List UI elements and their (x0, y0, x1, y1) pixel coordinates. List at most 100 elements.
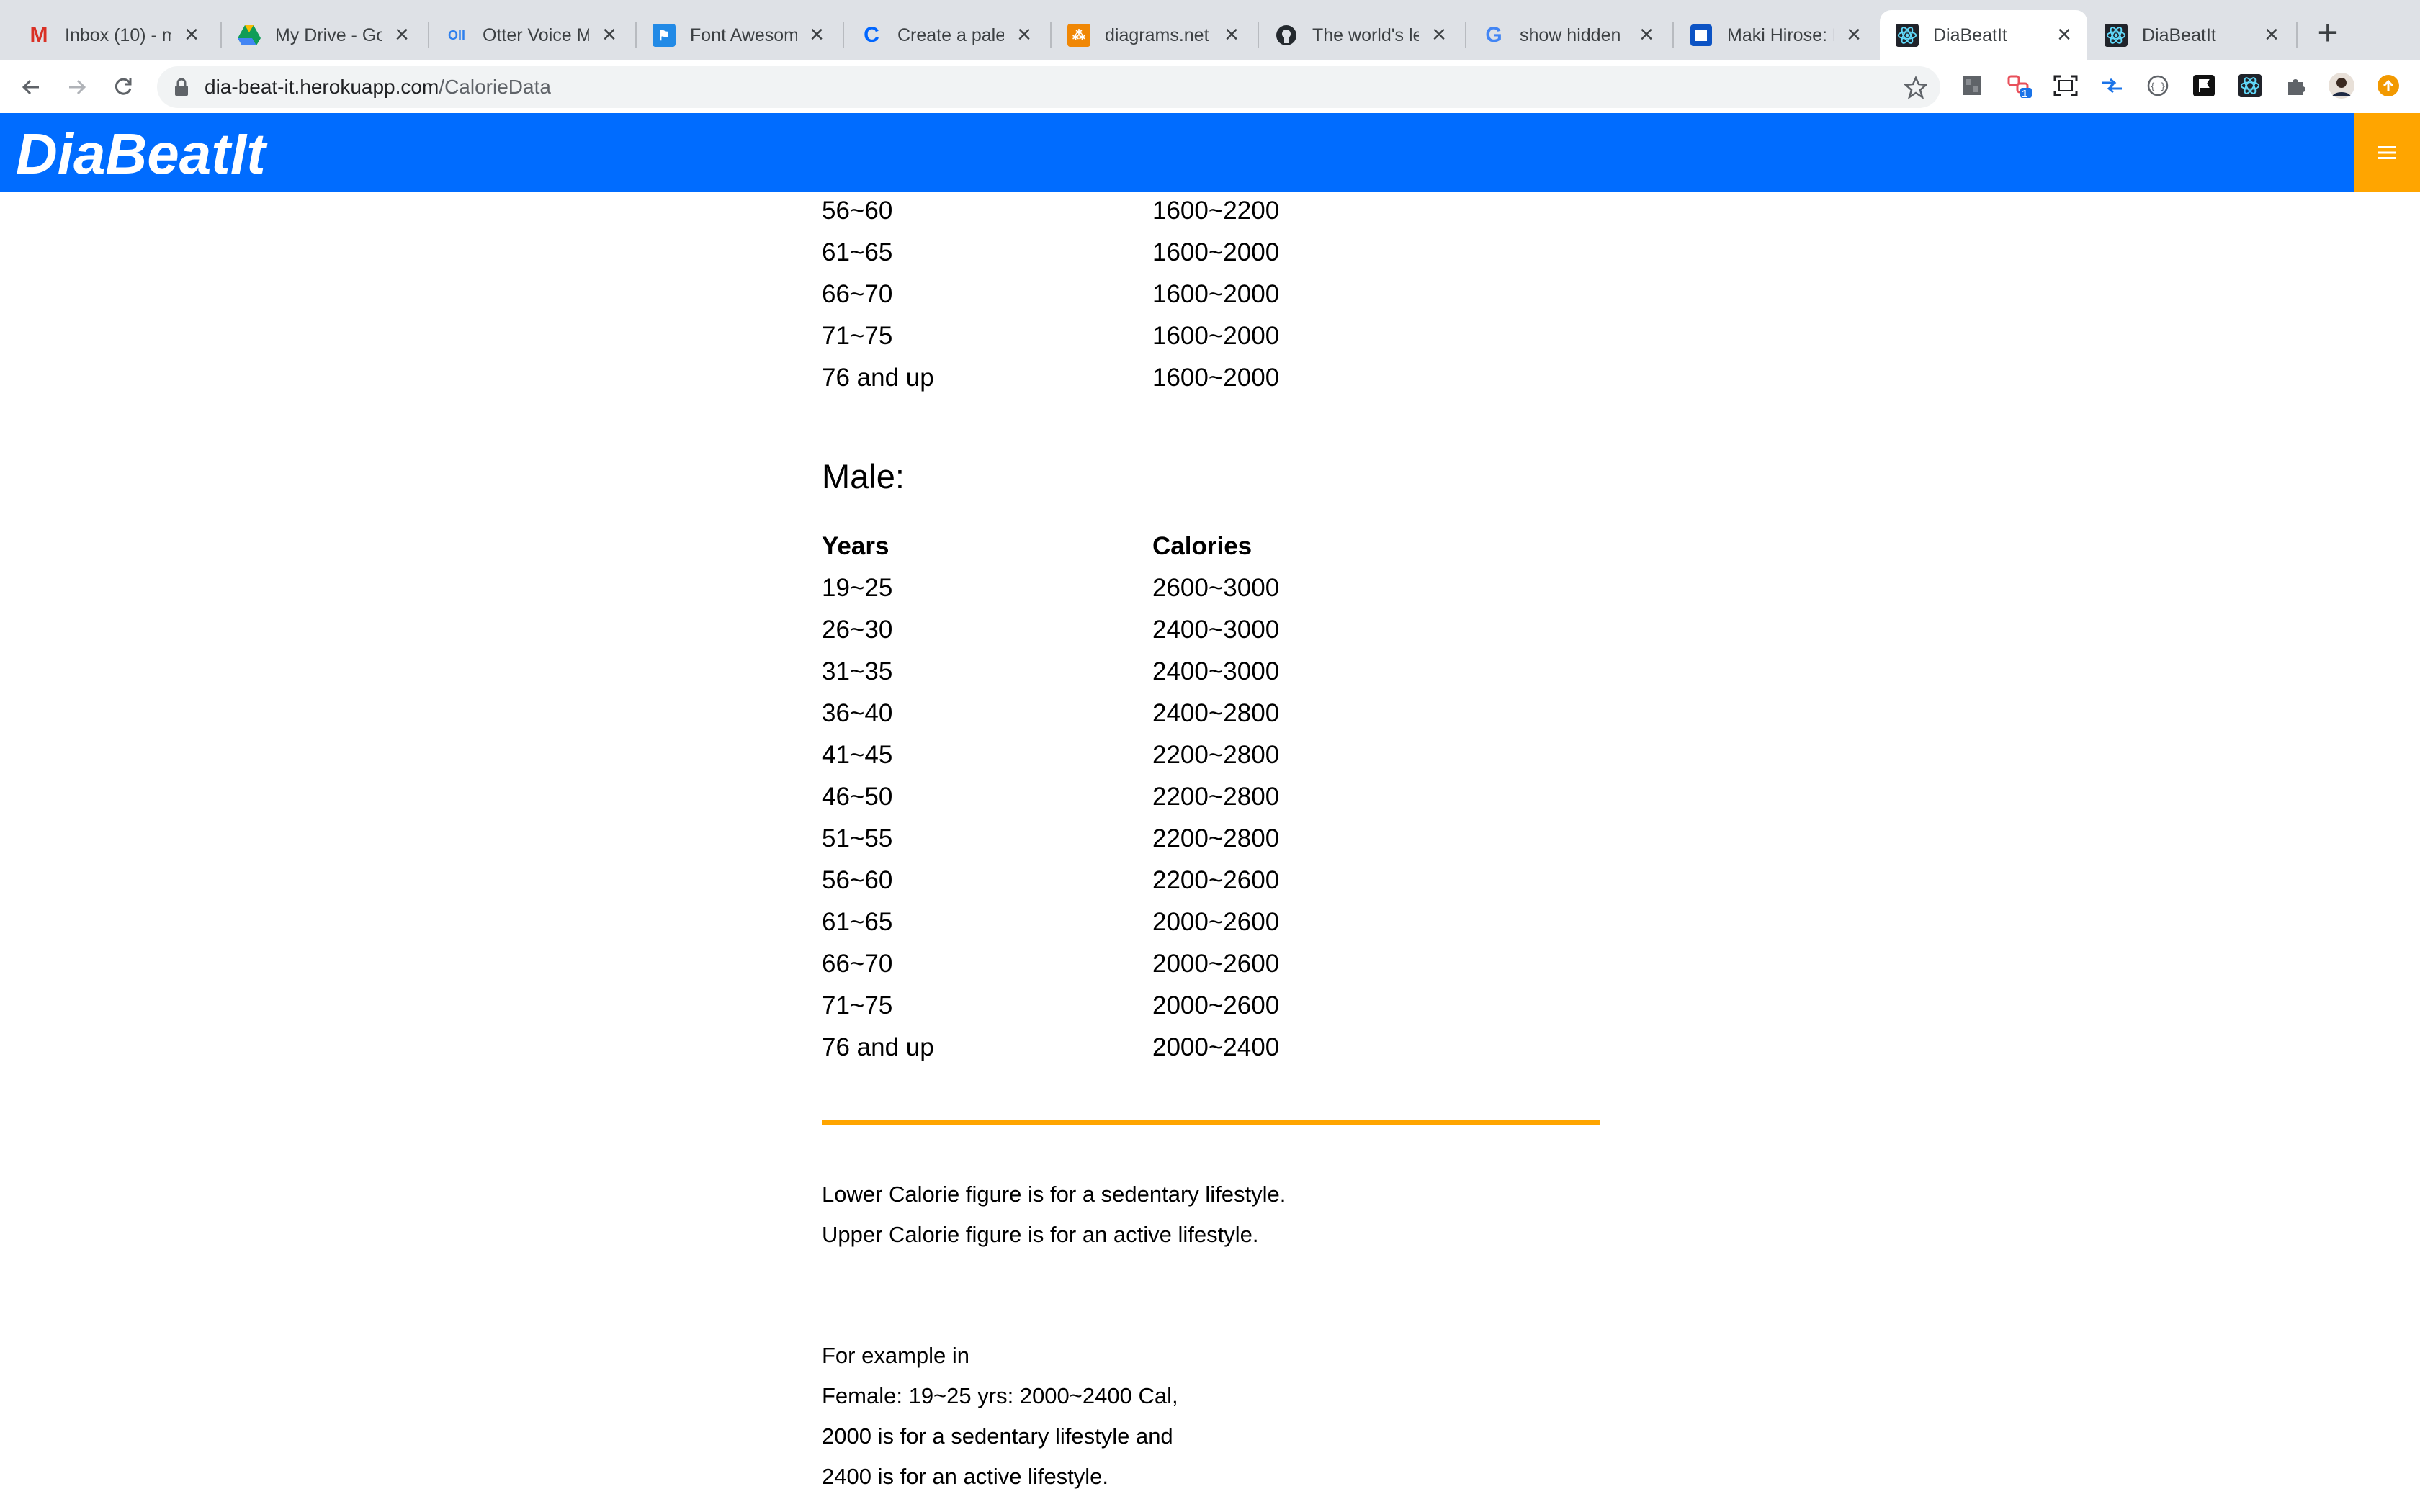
google-drive-icon (238, 24, 261, 47)
calories-cell: 2600~3000 (1152, 574, 1280, 602)
tab-coolors[interactable]: C Create a palet × (844, 10, 1047, 60)
tab-title: DiaBeatIt (2142, 24, 2216, 45)
example-line: For example in (822, 1343, 970, 1368)
close-icon[interactable]: × (180, 22, 203, 47)
years-cell: 36~40 (822, 699, 893, 727)
close-icon[interactable]: × (2053, 22, 2076, 47)
tab-github[interactable]: The world's le × (1259, 10, 1462, 60)
years-cell: 26~30 (822, 616, 893, 644)
lock-icon (174, 78, 189, 100)
calories-cell: 1600~2000 (1152, 280, 1280, 308)
address-bar[interactable]: dia-beat-it.herokuapp.com/CalorieData (157, 66, 1940, 108)
close-icon[interactable]: × (1428, 22, 1451, 47)
extension-badge: 1 (2022, 88, 2028, 100)
close-icon[interactable]: × (1635, 22, 1658, 47)
arrow-right-icon (69, 79, 86, 95)
coolors-icon: C (864, 23, 879, 47)
brand-logo[interactable]: DiaBeatIt (16, 122, 266, 186)
years-cell: 61~65 (822, 238, 893, 266)
years-cell: 56~60 (822, 866, 893, 894)
years-cell: 66~70 (822, 950, 893, 978)
calories-cell: 1600~2000 (1152, 364, 1280, 392)
profile-avatar-icon[interactable] (2328, 72, 2355, 99)
close-icon[interactable]: × (390, 22, 413, 47)
otter-icon: Oll (447, 27, 465, 42)
tab-title: show hidden f (1520, 24, 1626, 45)
calories-cell: 2200~2800 (1152, 824, 1280, 852)
years-cell: 56~60 (822, 197, 893, 225)
url-text: dia-beat-it.herokuapp.com/CalorieData (205, 76, 551, 99)
tab-gmail[interactable]: M Inbox (10) - m × (12, 10, 215, 60)
tab-trello[interactable]: Maki Hirose: L × (1674, 10, 1877, 60)
trello-icon (1690, 24, 1713, 47)
tab-title: Inbox (10) - m (65, 24, 171, 45)
years-cell: 71~75 (822, 991, 893, 1020)
close-icon[interactable]: × (2260, 22, 2283, 47)
years-header: Years (822, 532, 889, 560)
extension-flow-icon[interactable]: 1 (2006, 72, 2033, 100)
hamburger-menu-icon (2378, 145, 2396, 159)
browser-tab-strip: M Inbox (10) - m × My Drive - Go × Oll O… (0, 0, 2420, 60)
menu-button[interactable] (2354, 113, 2420, 192)
forward-button[interactable] (62, 72, 92, 102)
calories-cell: 2400~3000 (1152, 657, 1280, 685)
tab-title: The world's le (1312, 24, 1419, 45)
male-section-title: Male: (822, 457, 905, 495)
calories-cell: 2200~2600 (1152, 866, 1280, 894)
years-cell: 66~70 (822, 280, 893, 308)
years-cell: 76 and up (822, 364, 934, 392)
years-cell: 71~75 (822, 322, 893, 350)
puzzle-extensions-icon[interactable] (2282, 72, 2310, 99)
years-cell: 19~25 (822, 574, 893, 602)
gmail-icon: M (30, 23, 48, 47)
calories-cell: 2400~3000 (1152, 616, 1280, 644)
new-tab-button[interactable]: + (2309, 14, 2347, 52)
tab-otter[interactable]: Oll Otter Voice M × (429, 10, 632, 60)
tab-google-drive[interactable]: My Drive - Go × (222, 10, 425, 60)
transfer-arrows-icon[interactable] (2098, 72, 2125, 99)
calories-cell: 2000~2600 (1152, 950, 1280, 978)
font-awesome-icon: ⚑ (653, 24, 676, 47)
update-chrome-icon[interactable] (2375, 72, 2402, 99)
note-upper: Upper Calorie figure is for an active li… (822, 1222, 1259, 1247)
calories-cell: 2200~2800 (1152, 783, 1280, 811)
tab-google-search[interactable]: G show hidden f × (1466, 10, 1670, 60)
years-cell: 51~55 (822, 824, 893, 852)
tab-title: Maki Hirose: L (1727, 24, 1834, 45)
tab-diabeatit[interactable]: DiaBeatIt × (2089, 10, 2295, 60)
close-icon[interactable]: × (598, 22, 621, 47)
tab-title: Otter Voice M (483, 24, 589, 45)
bookmark-star-icon[interactable] (1904, 75, 1928, 102)
react-devtools-icon[interactable] (2236, 72, 2264, 99)
tab-title: Create a palet (897, 24, 1004, 45)
code-circle-icon[interactable]: { } (2144, 72, 2172, 99)
back-button[interactable] (16, 72, 46, 102)
example-line: Female: 19~25 yrs: 2000~2400 Cal, (822, 1383, 1178, 1408)
close-icon[interactable]: × (1013, 22, 1036, 47)
tab-diabeatit-active[interactable]: DiaBeatIt × (1880, 10, 2087, 60)
years-cell: 31~35 (822, 657, 893, 685)
close-icon[interactable]: × (805, 22, 828, 47)
github-icon (1275, 24, 1298, 47)
extension-grid-icon[interactable] (1958, 72, 1986, 99)
calories-cell: 1600~2000 (1152, 322, 1280, 350)
app-header: DiaBeatIt (0, 113, 2420, 192)
example-line: 2400 is for an active lifestyle. (822, 1464, 1109, 1489)
calories-cell: 1600~2200 (1152, 197, 1280, 225)
tab-title: diagrams.net (1105, 24, 1209, 45)
google-icon: G (1485, 23, 1502, 47)
tab-title: My Drive - Go (275, 24, 382, 45)
flag-extension-icon[interactable] (2190, 72, 2218, 99)
note-lower: Lower Calorie figure is for a sedentary … (822, 1182, 1286, 1207)
close-icon[interactable]: × (1842, 22, 1865, 47)
tab-diagrams[interactable]: ⁂ diagrams.net × (1052, 10, 1255, 60)
reload-button[interactable] (108, 72, 138, 102)
close-icon[interactable]: × (1220, 22, 1243, 47)
tab-font-awesome[interactable]: ⚑ Font Awesome × (637, 10, 840, 60)
arrow-left-icon (22, 79, 39, 95)
calories-cell: 2200~2800 (1152, 741, 1280, 769)
url-domain: dia-beat-it.herokuapp.com (205, 76, 439, 98)
years-cell: 61~65 (822, 908, 893, 936)
tab-separator (2296, 22, 2298, 48)
screenshot-icon[interactable] (2052, 72, 2079, 99)
